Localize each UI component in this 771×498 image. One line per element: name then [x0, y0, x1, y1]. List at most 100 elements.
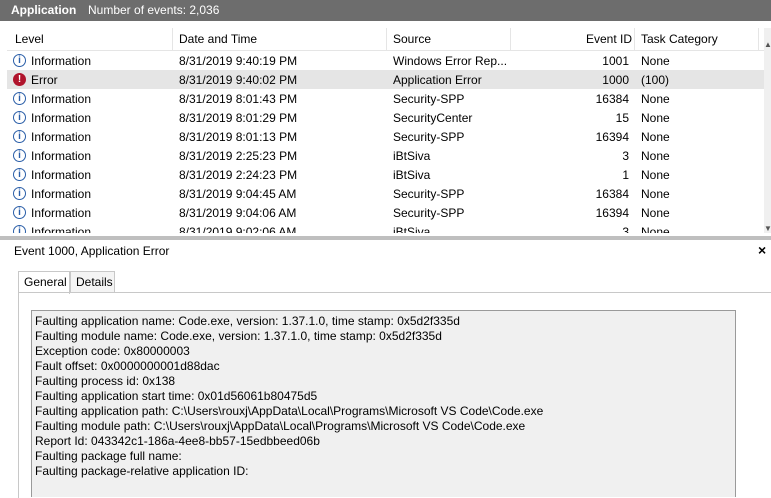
date-cell: 8/31/2019 2:25:23 PM [179, 149, 298, 163]
level-cell: Information [31, 187, 92, 201]
scroll-down-icon[interactable]: ▼ [764, 224, 771, 233]
event-description[interactable]: Faulting application name: Code.exe, ver… [31, 310, 736, 497]
table-row[interactable]: i Information 8/31/2019 9:04:45 AM Security… [7, 184, 764, 203]
source-cell: Application Error [393, 73, 482, 87]
task-category-cell: None [641, 130, 670, 144]
source-cell: iBtSiva [393, 168, 431, 182]
source-cell: Windows Error Rep... [393, 54, 508, 68]
information-icon: i [13, 92, 26, 105]
date-cell: 8/31/2019 9:02:06 AM [179, 225, 297, 233]
log-name: Application [11, 3, 77, 17]
task-category-cell: None [641, 168, 670, 182]
description-line: Faulting application start time: 0x01d56… [35, 389, 318, 403]
task-category-cell: None [641, 111, 670, 125]
event-id-cell: 1001 [602, 54, 629, 68]
table-row[interactable]: i Information 8/31/2019 9:02:06 AM iBtSiva 3… [7, 222, 764, 233]
description-line: Faulting process id: 0x138 [35, 374, 176, 388]
information-icon: i [13, 54, 26, 67]
column-header-event-id[interactable]: Event ID [586, 32, 632, 46]
scroll-up-icon[interactable]: ▲ [764, 40, 771, 49]
level-cell: Information [31, 149, 92, 163]
event-id-cell: 3 [622, 225, 629, 233]
date-cell: 8/31/2019 9:04:06 AM [179, 206, 297, 220]
information-icon: i [13, 168, 26, 181]
information-icon: i [13, 187, 26, 200]
error-icon: ! [13, 73, 26, 86]
source-cell: SecurityCenter [393, 111, 473, 125]
task-category-cell: None [641, 92, 670, 106]
grid-header: Level Date and Time Source Event ID Task… [7, 28, 764, 51]
tab-details[interactable]: Details [70, 271, 115, 293]
description-line: Faulting application path: C:\Users\roux… [35, 404, 544, 418]
event-detail-title: Event 1000, Application Error [14, 244, 170, 258]
date-cell: 8/31/2019 8:01:13 PM [179, 130, 298, 144]
level-cell: Information [31, 206, 92, 220]
task-category-cell: None [641, 206, 670, 220]
level-cell: Information [31, 111, 92, 125]
source-cell: iBtSiva [393, 225, 431, 233]
column-header-task-category[interactable]: Task Category [641, 32, 718, 46]
table-row[interactable]: i Information 8/31/2019 9:04:06 AM Security… [7, 203, 764, 222]
level-cell: Information [31, 225, 92, 233]
description-line: Fault offset: 0x0000000001d88dac [35, 359, 220, 373]
event-count: Number of events: 2,036 [88, 3, 220, 17]
level-cell: Information [31, 168, 92, 182]
information-icon: i [13, 111, 26, 124]
table-row[interactable]: i Information 8/31/2019 9:40:19 PM Windows … [7, 51, 764, 70]
information-icon: i [13, 206, 26, 219]
date-cell: 8/31/2019 9:40:02 PM [179, 73, 298, 87]
events-grid[interactable]: Level Date and Time Source Event ID Task… [7, 28, 771, 233]
date-cell: 8/31/2019 2:24:23 PM [179, 168, 298, 182]
level-cell: Error [31, 73, 58, 87]
information-icon: i [13, 149, 26, 162]
close-icon[interactable]: × [758, 242, 766, 258]
event-id-cell: 15 [615, 111, 629, 125]
column-header-date[interactable]: Date and Time [179, 32, 257, 46]
event-id-cell: 16394 [595, 206, 629, 220]
source-cell: Security-SPP [393, 187, 465, 201]
information-icon: i [13, 225, 26, 233]
log-title-bar: Application Number of events: 2,036 [0, 0, 771, 21]
task-category-cell: None [641, 225, 670, 233]
table-row[interactable]: i Information 8/31/2019 2:25:23 PM iBtSiva 3… [7, 146, 764, 165]
pane-splitter[interactable] [0, 236, 771, 240]
date-cell: 8/31/2019 8:01:43 PM [179, 92, 298, 106]
task-category-cell: (100) [641, 73, 670, 87]
task-category-cell: None [641, 54, 670, 68]
description-line: Faulting application name: Code.exe, ver… [35, 314, 460, 328]
event-id-cell: 1 [622, 168, 629, 182]
description-line: Faulting module name: Code.exe, version:… [35, 329, 442, 343]
event-id-cell: 3 [622, 149, 629, 163]
event-id-cell: 16384 [595, 187, 629, 201]
event-id-cell: 16394 [595, 130, 629, 144]
description-line: Report Id: 043342c1-186a-4ee8-bb57-15edb… [35, 434, 320, 448]
source-cell: iBtSiva [393, 149, 431, 163]
date-cell: 8/31/2019 9:04:45 AM [179, 187, 297, 201]
information-icon: i [13, 130, 26, 143]
level-cell: Information [31, 54, 92, 68]
table-row[interactable]: i Information 8/31/2019 8:01:43 PM Security… [7, 89, 764, 108]
table-row[interactable]: i Information 8/31/2019 2:24:23 PM iBtSiva 1… [7, 165, 764, 184]
source-cell: Security-SPP [393, 206, 465, 220]
date-cell: 8/31/2019 8:01:29 PM [179, 111, 298, 125]
event-id-cell: 1000 [602, 73, 629, 87]
description-line: Faulting module path: C:\Users\rouxj\App… [35, 419, 526, 433]
source-cell: Security-SPP [393, 92, 465, 106]
column-header-level[interactable]: Level [15, 32, 44, 46]
date-cell: 8/31/2019 9:40:19 PM [179, 54, 298, 68]
table-row[interactable]: i Information 8/31/2019 8:01:13 PM Security… [7, 127, 764, 146]
table-row[interactable]: i Information 8/31/2019 8:01:29 PM Security… [7, 108, 764, 127]
level-cell: Information [31, 92, 92, 106]
event-id-cell: 16384 [595, 92, 629, 106]
description-line: Faulting package full name: [35, 449, 182, 463]
tab-general[interactable]: General [18, 271, 70, 294]
task-category-cell: None [641, 149, 670, 163]
task-category-cell: None [641, 187, 670, 201]
source-cell: Security-SPP [393, 130, 465, 144]
level-cell: Information [31, 130, 92, 144]
table-row[interactable]: ! Error 8/31/2019 9:40:02 PM Application Er… [7, 70, 764, 89]
vertical-scrollbar[interactable]: ▲ ▼ [764, 28, 771, 233]
description-line: Exception code: 0x80000003 [35, 344, 190, 358]
column-header-source[interactable]: Source [393, 32, 431, 46]
description-line: Faulting package-relative application ID… [35, 464, 249, 478]
